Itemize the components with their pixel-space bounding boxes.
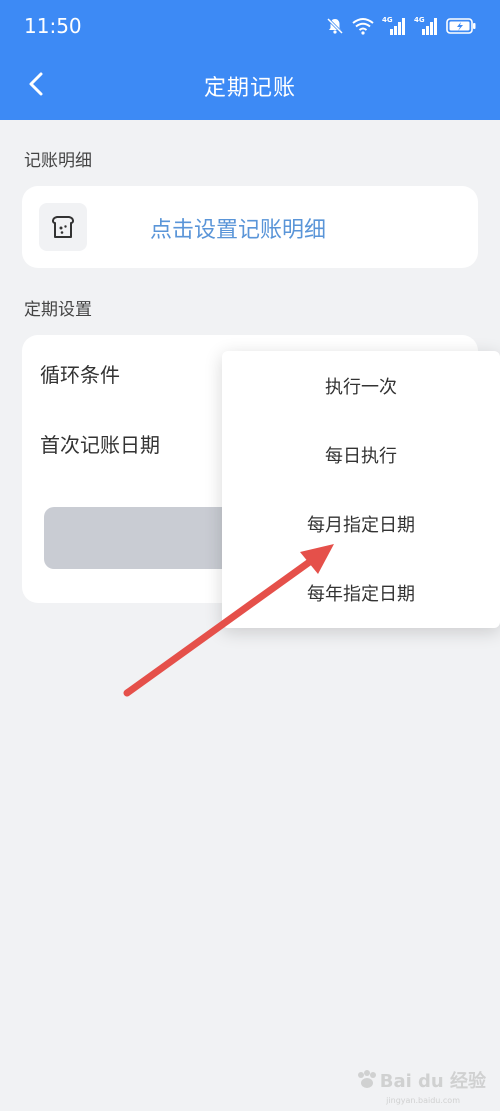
set-detail-link[interactable]: 点击设置记账明细	[150, 212, 326, 244]
cycle-condition-label[interactable]: 循环条件	[40, 359, 120, 388]
top-bar: 11:50 4G 4G 定期记账	[0, 0, 500, 120]
wifi-icon	[352, 18, 374, 35]
status-time: 11:50	[24, 14, 82, 38]
paw-icon	[357, 1070, 376, 1088]
battery-charging-icon	[446, 18, 476, 34]
watermark-text: Bai du 经验	[379, 1071, 486, 1092]
mute-bell-icon	[326, 17, 344, 35]
page-title: 定期记账	[203, 76, 296, 101]
watermark-logo: Bai du 经验	[356, 1067, 486, 1093]
bread-icon	[39, 203, 87, 251]
signal-4g-icon: 4G	[414, 16, 438, 36]
status-icons: 4G 4G	[326, 12, 476, 40]
watermark-url: jingyan.baidu.com	[386, 1096, 460, 1105]
detail-section-label: 记账明细	[24, 151, 92, 171]
option-execute-once[interactable]: 执行一次	[222, 351, 500, 420]
option-monthly-date[interactable]: 每月指定日期	[222, 489, 500, 558]
cycle-dropdown-menu: 执行一次 每日执行 每月指定日期 每年指定日期	[222, 351, 500, 628]
settings-section-label: 定期设置	[24, 300, 92, 320]
detail-card[interactable]: 点击设置记账明细	[22, 186, 478, 268]
option-daily[interactable]: 每日执行	[222, 420, 500, 489]
first-date-label[interactable]: 首次记账日期	[40, 429, 160, 458]
option-yearly-date[interactable]: 每年指定日期	[222, 558, 500, 627]
signal-4g-icon: 4G	[382, 16, 406, 36]
